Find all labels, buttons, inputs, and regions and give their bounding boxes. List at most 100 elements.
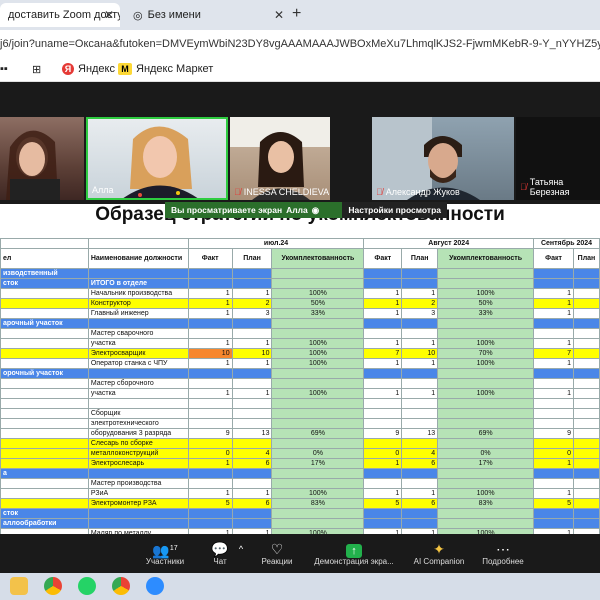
share-message: Вы просматриваете экран <box>171 205 283 215</box>
section-row: орочный участок <box>0 368 600 379</box>
cell-value <box>271 468 365 479</box>
ai-companion-button[interactable]: ✦ AI Companion <box>410 541 468 566</box>
cell-value: 6 <box>231 498 273 509</box>
cell-position: Мастер производства <box>87 478 189 489</box>
cell-value <box>231 438 273 449</box>
apps-grid-icon[interactable]: ▪▪ <box>0 63 8 75</box>
sparkle-icon: ✦ <box>433 541 445 557</box>
table-row: Слесарь по сборке <box>0 438 600 449</box>
more-button[interactable]: ⋯ Подробнее <box>478 541 528 566</box>
share-screen-icon: ↑ <box>346 544 362 558</box>
table-row: Мастер производства <box>0 478 600 489</box>
cell-value <box>572 338 600 349</box>
cell-value <box>401 478 439 489</box>
cell-value <box>401 508 439 519</box>
cell-value <box>401 408 439 419</box>
cell-value: 1 <box>187 288 233 299</box>
reactions-button[interactable]: ♡ Реакции <box>254 541 300 566</box>
table-row: Главный инженер 1 3 33% 1 3 33% 1 <box>0 308 600 319</box>
cell-value: 1 <box>363 458 403 469</box>
table-row: Электросварщик 10 10 100% 7 10 70% 7 <box>0 348 600 359</box>
participant-video[interactable]: 🎙̸ Александр Жуков <box>372 117 514 200</box>
cell-value <box>363 378 403 389</box>
close-icon[interactable]: ✕ <box>104 8 114 22</box>
bookmark-yandex[interactable]: Я Яндекс <box>62 63 115 75</box>
cell-value <box>533 468 574 479</box>
view-options-button[interactable]: Настройки просмотра <box>342 202 447 218</box>
cell-value: 1 <box>363 388 403 399</box>
cell-value <box>231 328 273 339</box>
cell-value: 1 <box>187 458 233 469</box>
cell-department <box>0 328 89 339</box>
cell-value <box>401 398 439 409</box>
table-row: Электрослесарь 1 6 17% 1 6 17% 1 <box>0 458 600 469</box>
participant-tile-no-video[interactable]: 🎙̸ Татьяна Березная <box>516 117 600 200</box>
cell-value: 69% <box>271 428 365 439</box>
cell-value: 10 <box>401 348 439 359</box>
participant-video[interactable]: 🎙̸ INESSA CHELDIEVA <box>230 117 330 200</box>
cell-value <box>572 278 600 289</box>
cell-value <box>271 268 365 279</box>
grid-icon[interactable]: ⊞ <box>32 63 41 76</box>
participants-button[interactable]: 👥17 Участники <box>140 541 190 566</box>
cell-value: 100% <box>271 488 365 499</box>
cell-position: Электромонтер РЗА <box>87 498 189 509</box>
share-screen-button[interactable]: ↑ Демонстрация экра... <box>308 541 400 566</box>
cell-value: 100% <box>437 388 535 399</box>
chrome-icon[interactable] <box>112 577 130 595</box>
cell-value: 1 <box>231 488 273 499</box>
cell-department <box>0 348 89 359</box>
cell-value: 1 <box>231 358 273 369</box>
cell-value: 100% <box>271 388 365 399</box>
browser-tab-untitled[interactable]: ◎ Без имени ✕ <box>125 3 290 27</box>
file-explorer-icon[interactable] <box>10 577 28 595</box>
table-row: Конструктор 1 2 50% 1 2 50% 1 <box>0 298 600 309</box>
close-icon[interactable]: ✕ <box>274 8 284 22</box>
participant-video-active-speaker[interactable]: Алла <box>86 117 228 200</box>
browser-tab-zoom[interactable]: доставить Zoom доступ к ✕ <box>0 3 120 27</box>
section-row: сток <box>0 508 600 519</box>
chrome-browser-icon[interactable] <box>44 577 62 595</box>
cell-department <box>0 458 89 469</box>
cell-value <box>533 368 574 379</box>
address-bar[interactable]: j6/join?uname=Оксана&futoken=DMVEymWbiN2… <box>0 30 600 58</box>
zoom-icon[interactable] <box>146 577 164 595</box>
cell-value: 1 <box>533 288 574 299</box>
whatsapp-icon[interactable] <box>78 577 96 595</box>
cell-value: 10 <box>231 348 273 359</box>
cell-value <box>363 468 403 479</box>
new-tab-button[interactable]: + <box>292 5 301 23</box>
bookmark-label: Яндекс Маркет <box>136 63 214 75</box>
cell-value <box>572 478 600 489</box>
video-gallery: Алла 🎙̸ INESSA CHELDIEVA 🎙̸ Александр Жуко… <box>0 117 600 200</box>
cell-value <box>437 508 535 519</box>
cell-value <box>363 518 403 529</box>
cell-value <box>572 398 600 409</box>
cell-value: 1 <box>533 458 574 469</box>
cell-value <box>271 478 365 489</box>
cell-value: 3 <box>231 308 273 319</box>
cell-position: ИТОГО в отделе <box>87 278 189 289</box>
bookmark-label: Яндекс <box>78 63 115 75</box>
pin-icon: ◉ <box>311 204 320 215</box>
cell-value <box>533 438 574 449</box>
cell-value: 1 <box>533 298 574 309</box>
cell-value: 100% <box>437 488 535 499</box>
chat-options-chevron[interactable]: ^ <box>234 541 248 557</box>
cell-value <box>401 368 439 379</box>
cell-value: 1 <box>363 288 403 299</box>
cell-value <box>437 398 535 409</box>
cell-value: 1 <box>187 388 233 399</box>
participant-video[interactable] <box>0 117 84 200</box>
cell-value: 1 <box>231 388 273 399</box>
cell-value: 5 <box>363 498 403 509</box>
cell-value: 1 <box>231 288 273 299</box>
cell-value <box>572 318 600 329</box>
col-header-plan: План <box>572 248 600 269</box>
cell-value <box>533 268 574 279</box>
bookmark-yandex-market[interactable]: M Яндекс Маркет <box>118 63 213 75</box>
cell-value <box>271 328 365 339</box>
cell-value: 1 <box>187 358 233 369</box>
cell-value: 1 <box>533 308 574 319</box>
cell-value <box>187 378 233 389</box>
